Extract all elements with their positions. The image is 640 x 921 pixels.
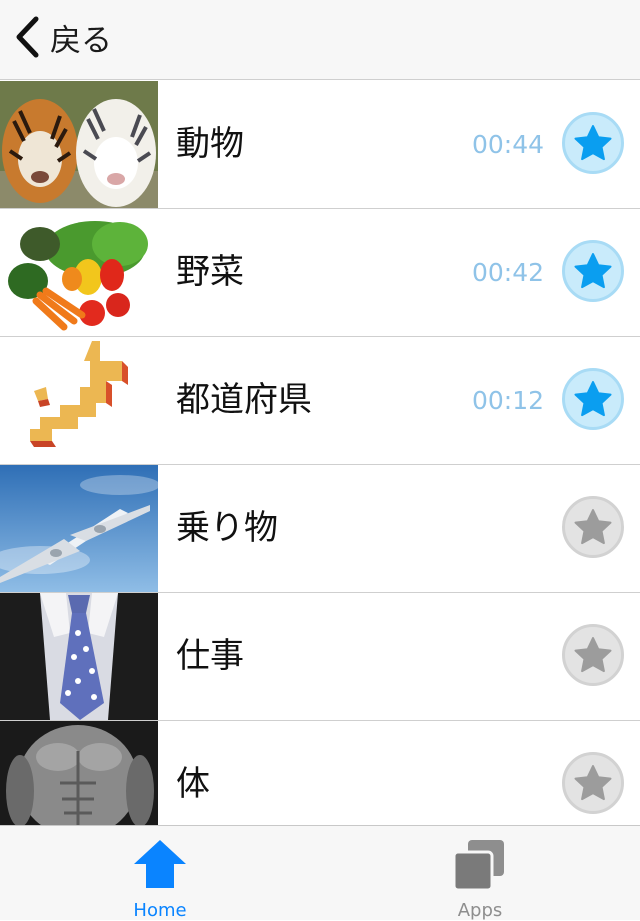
list-item[interactable]: 仕事: [0, 593, 640, 721]
tab-home-label: Home: [133, 900, 187, 921]
item-title: 動物: [176, 124, 244, 164]
tab-apps[interactable]: Apps: [380, 826, 580, 921]
necktie-photo: [0, 593, 158, 720]
torso-photo: [0, 721, 158, 825]
favorite-button[interactable]: [562, 624, 624, 686]
home-icon: [134, 840, 186, 888]
star-icon: [574, 125, 612, 161]
apps-icon: [452, 840, 504, 892]
star-icon: [574, 253, 612, 289]
navigation-bar: 戻る: [0, 0, 640, 80]
favorite-button[interactable]: [562, 368, 624, 430]
category-list: 動物 00:44 野菜 00:42 都道府県 00:12 乗り物 仕事 体: [0, 81, 640, 825]
favorite-button[interactable]: [562, 496, 624, 558]
item-time: 00:44: [471, 130, 544, 159]
airplane-photo: [0, 465, 158, 592]
japan-map-photo: [0, 337, 158, 464]
tigers-photo: [0, 81, 158, 208]
item-title: 仕事: [176, 636, 244, 676]
favorite-button[interactable]: [562, 240, 624, 302]
item-title: 都道府県: [176, 380, 312, 420]
list-item[interactable]: 野菜 00:42: [0, 209, 640, 337]
item-title: 野菜: [176, 252, 244, 292]
chevron-left-icon: [16, 16, 39, 58]
tab-bar: Home Apps: [0, 825, 640, 921]
star-icon: [574, 381, 612, 417]
list-item[interactable]: 都道府県 00:12: [0, 337, 640, 465]
list-item[interactable]: 乗り物: [0, 465, 640, 593]
favorite-button[interactable]: [562, 752, 624, 814]
star-icon: [574, 765, 612, 801]
item-title: 乗り物: [176, 508, 278, 548]
tab-home[interactable]: Home: [60, 826, 260, 921]
back-label: 戻る: [50, 22, 112, 59]
tab-apps-label: Apps: [457, 900, 503, 921]
item-time: 00:42: [471, 258, 544, 287]
item-time: 00:12: [471, 386, 544, 415]
list-item[interactable]: 体: [0, 721, 640, 825]
star-icon: [574, 637, 612, 673]
back-button[interactable]: 戻る: [14, 14, 112, 60]
vegetables-photo: [0, 209, 158, 336]
favorite-button[interactable]: [562, 112, 624, 174]
star-icon: [574, 509, 612, 545]
list-item[interactable]: 動物 00:44: [0, 81, 640, 209]
